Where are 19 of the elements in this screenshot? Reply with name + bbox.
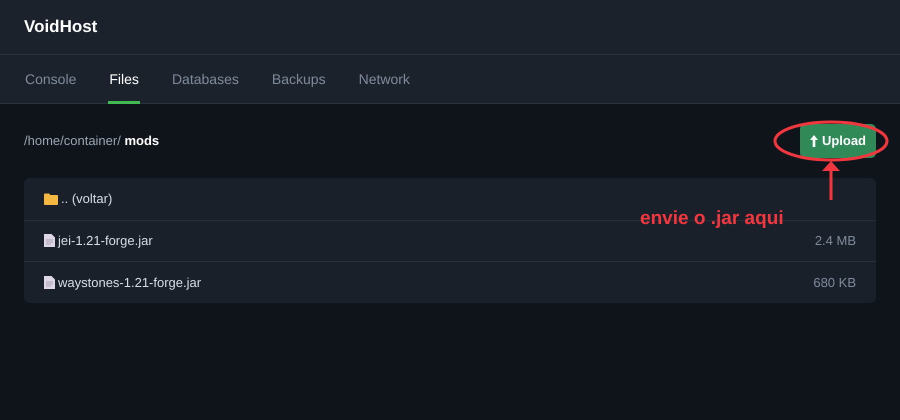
file-name[interactable]: jei-1.21-forge.jar — [58, 231, 153, 250]
nav-tab[interactable]: Network — [358, 55, 411, 104]
app-title: VoidHost — [24, 16, 98, 38]
nav-tab[interactable]: Databases — [170, 55, 240, 104]
file-size: 680 KB — [813, 274, 856, 292]
file-size: 2.4 MB — [814, 232, 856, 250]
nav-tab[interactable]: Backups — [270, 55, 327, 104]
nav-tab[interactable]: Files — [108, 55, 140, 104]
upload-button[interactable]: Upload — [800, 124, 876, 158]
upload-icon — [810, 135, 818, 147]
annotation-arrow — [822, 161, 840, 200]
nav-tab[interactable]: Console — [24, 55, 78, 104]
folder-link[interactable]: .. (voltar) — [61, 189, 112, 208]
folder-icon — [44, 192, 58, 205]
file-name[interactable]: waystones-1.21-forge.jar — [58, 272, 202, 292]
file-icon — [44, 234, 55, 248]
annotation-text: envie o .jar aqui — [640, 207, 784, 231]
file-icon — [44, 276, 55, 289]
path-breadcrumb: /home/container/ mods — [24, 132, 160, 150]
